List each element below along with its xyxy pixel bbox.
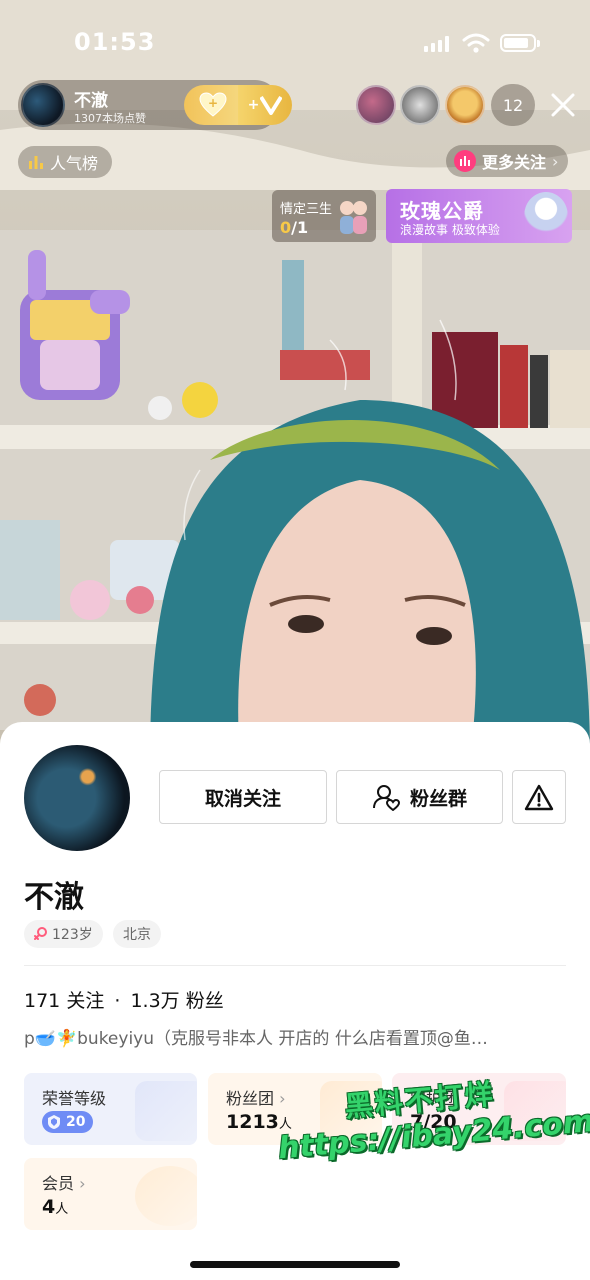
age-tag: 123岁 — [24, 920, 103, 948]
member-title: 会员 › — [42, 1170, 86, 1194]
like-heart-button[interactable]: + — [184, 85, 242, 125]
follow-stats[interactable]: 171 关注 · 1.3万 粉丝 — [24, 986, 224, 1013]
location-tag: 北京 — [113, 920, 161, 948]
host-likes-count: 1307本场点赞 — [74, 112, 146, 125]
fan-club-card[interactable]: 粉丝团 › 1213人 — [208, 1073, 382, 1145]
couple-icon — [340, 201, 367, 234]
heart-icon: + — [199, 92, 227, 117]
card-decoration — [135, 1081, 197, 1141]
promo-subtitle: 浪漫故事 极致体验 — [400, 223, 500, 237]
member-card[interactable]: 会员 › 4人 — [24, 1158, 197, 1230]
card-decoration — [320, 1081, 382, 1141]
unfollow-button[interactable]: 取消关注 — [159, 770, 327, 824]
event-progress-current: 0 — [280, 218, 292, 237]
popularity-rank-button[interactable]: 人气榜 — [18, 146, 113, 178]
card-decoration — [504, 1081, 566, 1141]
wifi-icon — [462, 33, 490, 53]
popularity-label: 人气榜 — [50, 154, 99, 173]
level-shield-icon — [48, 1115, 60, 1129]
v-badge-icon — [260, 95, 283, 115]
member-title-text: 会员 — [42, 1174, 75, 1193]
fan-group-label: 粉丝群 — [409, 787, 467, 810]
chevron-right-icon: › — [79, 1174, 86, 1193]
bar-chart-icon — [29, 156, 43, 169]
signal-icon — [424, 36, 449, 52]
stats-separator: · — [114, 990, 121, 1012]
promo-banner[interactable]: 玫瑰公爵 浪漫故事 极致体验 — [386, 189, 572, 243]
divider — [24, 965, 566, 966]
following-count: 171 — [24, 990, 61, 1012]
following-label: 关注 — [66, 990, 105, 1012]
warning-icon — [524, 784, 554, 811]
fan-group-button[interactable]: 粉丝群 — [336, 770, 503, 824]
viewer-count[interactable]: 12 — [491, 84, 535, 126]
profile-avatar[interactable] — [24, 745, 130, 851]
fan-club-count: 1213 — [226, 1111, 279, 1133]
member-unit: 人 — [55, 1202, 69, 1217]
live-bars-icon — [454, 150, 476, 172]
host-avatar[interactable] — [21, 83, 65, 127]
profile-bio[interactable]: p🥣🧚bukeyiyu（克服号非本人 开店的 什么店看置顶@鱼… — [24, 1024, 566, 1049]
event-banner[interactable]: 情定三生 0/1 — [272, 190, 376, 242]
host-name: 不澈 — [74, 91, 108, 111]
status-bar: 01:53 — [0, 0, 590, 80]
close-icon[interactable] — [550, 92, 576, 118]
chevron-right-icon: › — [552, 151, 559, 171]
heart-plus-text: + — [208, 96, 218, 110]
promo-character-image — [524, 192, 568, 240]
viewer-avatar[interactable] — [356, 85, 396, 125]
member-count: 4 — [42, 1196, 56, 1218]
host-info-pill[interactable]: 不澈 1307本场点赞 + + — [18, 80, 292, 130]
guard-title: 守护团 — [410, 1089, 459, 1108]
fan-club-title-text: 粉丝团 — [226, 1089, 275, 1108]
guard-value: 7/20 — [410, 1111, 457, 1133]
event-title: 情定三生 — [280, 202, 333, 217]
viewer-avatar[interactable] — [445, 85, 485, 125]
honor-level-card[interactable]: 荣誉等级 20 — [24, 1073, 197, 1145]
viewer-avatar[interactable] — [400, 85, 440, 125]
card-decoration — [135, 1166, 197, 1226]
honor-level-title: 荣誉等级 — [42, 1089, 107, 1108]
battery-icon — [500, 34, 540, 52]
location-text: 北京 — [123, 927, 151, 943]
group-icon — [372, 785, 400, 811]
chevron-right-icon: › — [279, 1089, 286, 1108]
event-progress: 0/1 — [280, 218, 308, 237]
promo-title: 玫瑰公爵 — [400, 199, 484, 223]
unfollow-label: 取消关注 — [204, 787, 281, 810]
level-badge: 20 — [42, 1111, 94, 1133]
fan-club-value: 1213人 — [226, 1111, 292, 1133]
report-button[interactable] — [512, 770, 566, 824]
followers-label: 粉丝 — [185, 990, 224, 1012]
member-value: 4人 — [42, 1196, 68, 1218]
profile-sheet: 取消关注 粉丝群 不澈 123岁 北京 171 关注 · 1.3万 粉丝 p🥣🧚… — [0, 722, 590, 1280]
age-text: 123岁 — [52, 927, 93, 943]
fan-club-unit: 人 — [278, 1117, 292, 1132]
home-indicator[interactable] — [190, 1261, 400, 1268]
female-icon — [34, 927, 47, 940]
event-progress-total: /1 — [291, 218, 309, 237]
more-follow-button[interactable]: 更多关注 › — [446, 145, 569, 177]
more-follow-label: 更多关注 — [482, 153, 547, 172]
level-value: 20 — [66, 1114, 86, 1130]
fan-club-join-button[interactable]: + — [238, 85, 292, 125]
profile-name: 不澈 — [24, 880, 84, 915]
followers-count: 1.3万 — [130, 990, 180, 1012]
status-time: 01:53 — [74, 28, 156, 56]
guard-card[interactable]: 守护团 7/20 — [392, 1073, 566, 1145]
v-plus-text: + — [247, 97, 260, 113]
fan-club-title: 粉丝团 › — [226, 1085, 286, 1109]
